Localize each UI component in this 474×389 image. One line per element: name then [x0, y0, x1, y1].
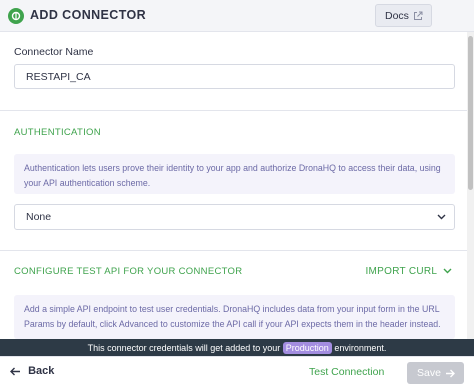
- section-divider: [0, 250, 474, 251]
- modal-header: ADD CONNECTOR Docs: [0, 0, 474, 32]
- dronahq-logo-icon: [8, 8, 24, 24]
- section-divider: [0, 110, 474, 111]
- arrow-right-icon: [446, 369, 455, 378]
- back-button[interactable]: Back: [10, 365, 54, 377]
- save-button[interactable]: Save: [407, 362, 464, 384]
- test-connection-button[interactable]: Test Connection: [309, 366, 384, 378]
- external-link-icon: [414, 11, 423, 20]
- save-button-label: Save: [417, 367, 441, 379]
- authentication-heading: AUTHENTICATION: [14, 127, 101, 138]
- arrow-left-icon: [10, 367, 20, 376]
- chevron-down-icon: [443, 268, 452, 274]
- authentication-select[interactable]: None: [14, 204, 455, 230]
- import-curl-label: IMPORT CURL: [365, 266, 437, 277]
- environment-badge: Production: [282, 342, 332, 354]
- modal-footer: Back Test Connection Save: [0, 356, 474, 389]
- authentication-select-value: None: [26, 211, 52, 223]
- test-api-info: Add a simple API endpoint to test user c…: [14, 295, 455, 339]
- docs-button[interactable]: Docs: [375, 4, 432, 27]
- authentication-info: Authentication lets users prove their id…: [14, 154, 455, 194]
- connector-name-label: Connector Name: [14, 46, 94, 58]
- environment-banner: This connector credentials will get adde…: [0, 339, 474, 356]
- docs-button-label: Docs: [385, 10, 409, 22]
- banner-text-end: environment.: [334, 343, 387, 353]
- scrollbar-thumb[interactable]: [468, 36, 473, 190]
- back-button-label: Back: [28, 365, 55, 377]
- chevron-down-icon: [437, 214, 446, 220]
- import-curl-button[interactable]: IMPORT CURL: [365, 266, 452, 277]
- test-api-heading: CONFIGURE TEST API FOR YOUR CONNECTOR: [14, 266, 243, 277]
- modal-title: ADD CONNECTOR: [30, 8, 147, 22]
- connector-name-input[interactable]: RESTAPI_CA: [14, 64, 455, 89]
- banner-text: This connector credentials will get adde…: [87, 343, 281, 353]
